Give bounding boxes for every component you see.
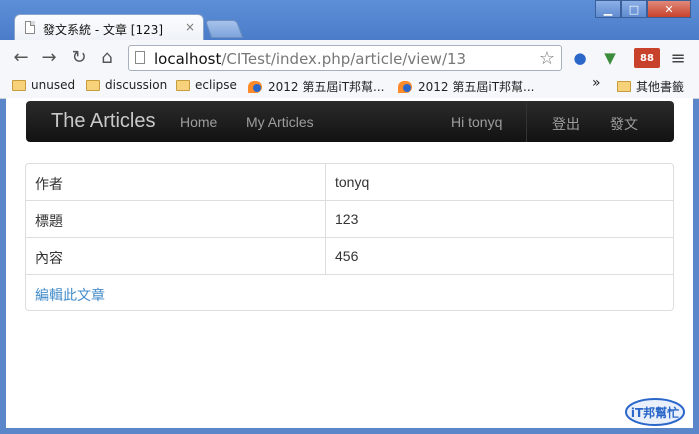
browser-window: 發文系統 - 文章 [123] × ▁ □ ✕ ← → ↻ ⌂ localhos… xyxy=(0,0,699,434)
browser-tab[interactable]: 發文系統 - 文章 [123] × xyxy=(14,14,204,42)
column-divider xyxy=(325,201,326,237)
svg-text:iT邦幫忙: iT邦幫忙 xyxy=(631,405,679,420)
bookmark-star-icon[interactable]: ☆ xyxy=(539,48,555,69)
bookmark-label: eclipse xyxy=(195,78,237,92)
greeting-text: Hi tonyq xyxy=(451,114,503,130)
row-value: 456 xyxy=(335,248,359,264)
close-button[interactable]: ✕ xyxy=(647,0,691,18)
bookmarks-overflow-icon[interactable]: » xyxy=(592,75,601,91)
mail-badge: 88 xyxy=(640,52,654,64)
download-extension-icon[interactable]: ▼ xyxy=(600,48,620,68)
back-icon[interactable]: ← xyxy=(10,46,32,68)
nav-my-articles-link[interactable]: My Articles xyxy=(246,114,314,130)
ithelp-logo: iT邦幫忙 xyxy=(625,398,685,426)
ithelp-icon xyxy=(398,80,412,93)
folder-icon xyxy=(176,79,190,91)
bookmark-unused[interactable]: unused xyxy=(12,78,75,92)
page-icon xyxy=(135,51,145,64)
address-bar[interactable]: localhost/CITest/index.php/article/view/… xyxy=(128,45,562,71)
window-controls: ▁ □ ✕ xyxy=(595,0,691,18)
url-host: localhost xyxy=(154,50,222,68)
folder-icon xyxy=(617,81,631,92)
table-row: 標題 123 xyxy=(26,201,673,238)
bookmark-ithelp-1[interactable]: 2012 第五屆iT邦幫... xyxy=(248,78,384,95)
bookmark-ithelp-2[interactable]: 2012 第五屆iT邦幫... xyxy=(398,78,534,95)
bookmarks-bar: unused discussion eclipse 2012 第五屆iT邦幫..… xyxy=(0,74,699,99)
home-icon[interactable]: ⌂ xyxy=(96,46,118,68)
row-value: tonyq xyxy=(335,174,370,190)
bookmark-label: unused xyxy=(31,78,76,92)
globe-extension-icon[interactable]: ● xyxy=(570,48,590,68)
mail-extension-icon[interactable]: 88 xyxy=(634,48,660,68)
bookmark-label: 2012 第五屆iT邦幫... xyxy=(418,80,535,94)
minimize-button[interactable]: ▁ xyxy=(595,0,621,18)
title-bar: 發文系統 - 文章 [123] × ▁ □ ✕ xyxy=(0,0,699,42)
bookmark-label: 其他書籤 xyxy=(636,80,685,94)
logout-link[interactable]: 登出 xyxy=(552,114,580,134)
bookmark-eclipse[interactable]: eclipse xyxy=(176,78,237,92)
bookmark-other[interactable]: 其他書籤 xyxy=(617,78,684,95)
site-navbar: The Articles Home My Articles Hi tonyq 登… xyxy=(26,101,674,142)
tab-close-icon[interactable]: × xyxy=(185,20,195,34)
page-icon xyxy=(25,21,35,34)
row-value: 123 xyxy=(335,211,359,227)
brand-link[interactable]: The Articles xyxy=(51,110,155,133)
navbar-divider xyxy=(526,101,527,142)
url-path: /CITest/index.php/article/view/13 xyxy=(221,50,467,68)
row-label: 標題 xyxy=(35,213,63,229)
row-label: 作者 xyxy=(35,176,63,192)
nav-home-link[interactable]: Home xyxy=(180,114,217,130)
ithelp-icon xyxy=(248,80,262,93)
bookmark-label: discussion xyxy=(105,78,168,92)
maximize-button[interactable]: □ xyxy=(621,0,647,18)
row-label: 內容 xyxy=(35,250,63,266)
menu-icon[interactable]: ≡ xyxy=(668,48,688,69)
forward-icon[interactable]: → xyxy=(38,46,60,68)
column-divider xyxy=(325,238,326,274)
bookmark-discussion[interactable]: discussion xyxy=(86,78,167,92)
folder-icon xyxy=(12,79,26,91)
table-row: 內容 456 xyxy=(26,238,673,275)
url-text: localhost/CITest/index.php/article/view/… xyxy=(154,50,466,68)
new-tab-button[interactable] xyxy=(204,20,244,38)
table-row: 作者 tonyq xyxy=(26,164,673,201)
folder-icon xyxy=(86,79,100,91)
post-link[interactable]: 發文 xyxy=(610,114,638,134)
column-divider xyxy=(325,164,326,200)
reload-icon[interactable]: ↻ xyxy=(68,46,90,68)
edit-article-link[interactable]: 編輯此文章 xyxy=(35,285,105,305)
tab-title: 發文系統 - 文章 [123] xyxy=(43,23,164,37)
article-table: 作者 tonyq 標題 123 內容 456 編輯此文章 xyxy=(25,163,674,311)
page-viewport: The Articles Home My Articles Hi tonyq 登… xyxy=(6,98,693,428)
bookmark-label: 2012 第五屆iT邦幫... xyxy=(268,80,385,94)
